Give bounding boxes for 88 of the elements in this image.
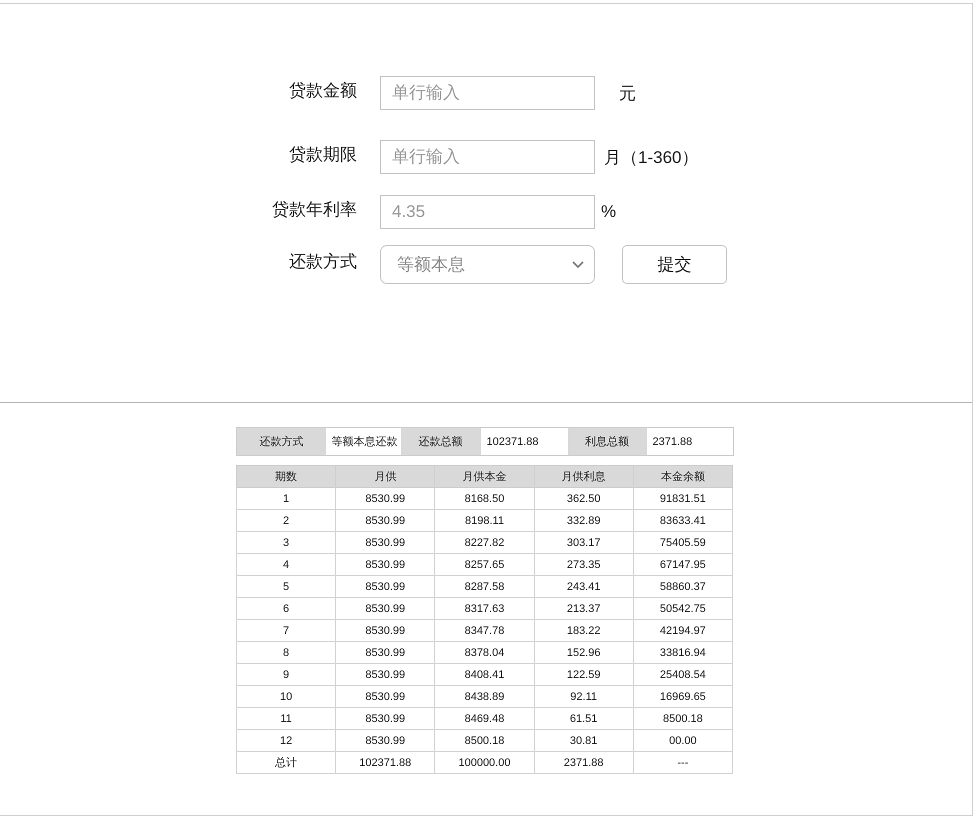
table-cell: 75405.59 (633, 532, 732, 554)
table-cell: 8530.99 (336, 510, 435, 532)
submit-button[interactable]: 提交 (622, 245, 727, 284)
table-cell: 8347.78 (434, 620, 534, 642)
table-cell: 9 (236, 664, 336, 686)
table-cell: 61.51 (534, 708, 634, 730)
table-cell: 8227.82 (434, 532, 534, 554)
table-cell: 8530.99 (336, 708, 435, 730)
table-cell: 362.50 (534, 488, 634, 510)
table-cell: 273.35 (534, 554, 634, 576)
table-cell: 42194.97 (633, 620, 732, 642)
summary-label: 还款总额 (400, 428, 480, 456)
table-cell: 2 (236, 510, 336, 532)
table-cell: 16969.65 (633, 686, 732, 708)
table-cell: 8530.99 (336, 730, 435, 752)
table-cell: 213.37 (534, 598, 634, 620)
table-cell: 8530.99 (336, 532, 435, 554)
table-cell: 8530.99 (336, 620, 435, 642)
table-cell: 总计 (236, 752, 336, 774)
column-header: 期数 (236, 466, 336, 488)
table-cell: 8317.63 (434, 598, 534, 620)
summary-value: 2371.88 (646, 428, 734, 456)
table-cell: 8168.50 (434, 488, 534, 510)
table-cell: 50542.75 (633, 598, 732, 620)
table-cell: 122.59 (534, 664, 634, 686)
table-cell: 5 (236, 576, 336, 598)
table-cell: 11 (236, 708, 336, 730)
table-cell: 152.96 (534, 642, 634, 664)
table-cell: 243.41 (534, 576, 634, 598)
table-cell: 100000.00 (434, 752, 534, 774)
table-cell: 8530.99 (336, 576, 435, 598)
table-cell: 8408.41 (434, 664, 534, 686)
summary-label: 还款方式 (236, 428, 326, 456)
column-header: 月供 (336, 466, 435, 488)
table-cell: 91831.51 (633, 488, 732, 510)
table-cell: 12 (236, 730, 336, 752)
table-cell: 303.17 (534, 532, 634, 554)
table-cell: 4 (236, 554, 336, 576)
table-cell: 332.89 (534, 510, 634, 532)
table-cell: 33816.94 (633, 642, 732, 664)
table-cell: 30.81 (534, 730, 634, 752)
field-label: 贷款年利率 (271, 198, 357, 220)
table-cell: 8530.99 (336, 488, 435, 510)
unit-label: % (601, 202, 616, 222)
table-cell: 102371.88 (336, 752, 435, 774)
table-cell: 8530.99 (336, 686, 435, 708)
table-cell: 1 (236, 488, 336, 510)
table-cell: 8198.11 (434, 510, 534, 532)
table-cell: 8257.65 (434, 554, 534, 576)
field-label: 贷款金额 (288, 80, 357, 102)
field-label: 贷款期限 (288, 144, 357, 166)
table-cell: 25408.54 (633, 664, 732, 686)
table-cell: 8469.48 (434, 708, 534, 730)
table-cell: 8530.99 (336, 642, 435, 664)
table-cell: 8530.99 (336, 664, 435, 686)
table-cell: 8530.99 (336, 554, 435, 576)
table-cell: 58860.37 (633, 576, 732, 598)
table-cell: 8500.18 (434, 730, 534, 752)
unit-label: 元 (619, 82, 636, 104)
table-cell: 8530.99 (336, 598, 435, 620)
summary-label: 利息总额 (568, 428, 646, 456)
chevron-down-icon (572, 261, 584, 268)
table-cell: --- (633, 752, 732, 774)
table-cell: 00.00 (633, 730, 732, 752)
unit-label: 月（1-360） (604, 146, 698, 168)
table-cell: 67147.95 (633, 554, 732, 576)
table-cell: 8500.18 (633, 708, 732, 730)
column-header: 月供本金 (434, 466, 534, 488)
input-field[interactable]: 单行输入 (380, 76, 595, 110)
input-field[interactable]: 单行输入 (380, 140, 595, 174)
summary-value: 102371.88 (480, 428, 568, 456)
table-cell: 8287.58 (434, 576, 534, 598)
table-cell: 6 (236, 598, 336, 620)
input-field[interactable]: 4.35 (380, 195, 595, 229)
table-cell: 10 (236, 686, 336, 708)
table-cell: 8438.89 (434, 686, 534, 708)
table-cell: 3 (236, 532, 336, 554)
table-cell: 8 (236, 642, 336, 664)
field-label: 还款方式 (288, 251, 357, 273)
table-cell: 2371.88 (534, 752, 634, 774)
table-cell: 183.22 (534, 620, 634, 642)
table-cell: 83633.41 (633, 510, 732, 532)
table-cell: 8378.04 (434, 642, 534, 664)
table-cell: 92.11 (534, 686, 634, 708)
summary-value: 等额本息还款 (326, 428, 400, 456)
table-cell: 7 (236, 620, 336, 642)
column-header: 本金余额 (633, 466, 732, 488)
column-header: 月供利息 (534, 466, 634, 488)
